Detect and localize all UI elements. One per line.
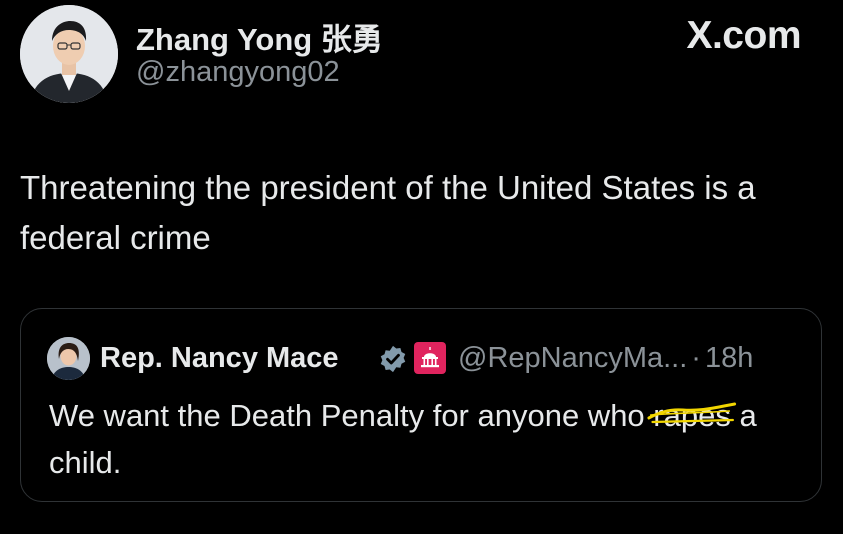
capitol-icon [414,342,446,374]
brand-watermark: X.com [686,14,801,57]
quoted-tweet-card[interactable]: Rep. Nancy Mace @RepNancyMa... · 18h We wa… [20,308,822,502]
meta-separator: · [691,342,701,374]
verified-badge-icon [380,345,406,373]
scribbled-word: rapes [647,392,737,439]
tweet-text: Threatening the president of the United … [20,169,756,256]
author-handle[interactable]: @zhangyong02 [136,56,340,89]
scribbled-word-text: rapes [653,398,731,433]
author-name[interactable]: Zhang Yong 张勇 [136,14,383,59]
author-avatar[interactable] [20,5,118,103]
quoted-meta: @RepNancyMa... · 18h [458,342,753,375]
quoted-tweet-text: We want the Death Penalty for anyone who… [49,392,809,486]
quoted-timestamp[interactable]: 18h [705,342,753,374]
quoted-text-before: We want the Death Penalty for anyone who [49,398,654,433]
quoted-author-handle[interactable]: @RepNancyMa... [458,342,687,374]
quoted-author-avatar[interactable] [47,337,90,380]
quoted-author-name[interactable]: Rep. Nancy Mace [100,342,339,375]
